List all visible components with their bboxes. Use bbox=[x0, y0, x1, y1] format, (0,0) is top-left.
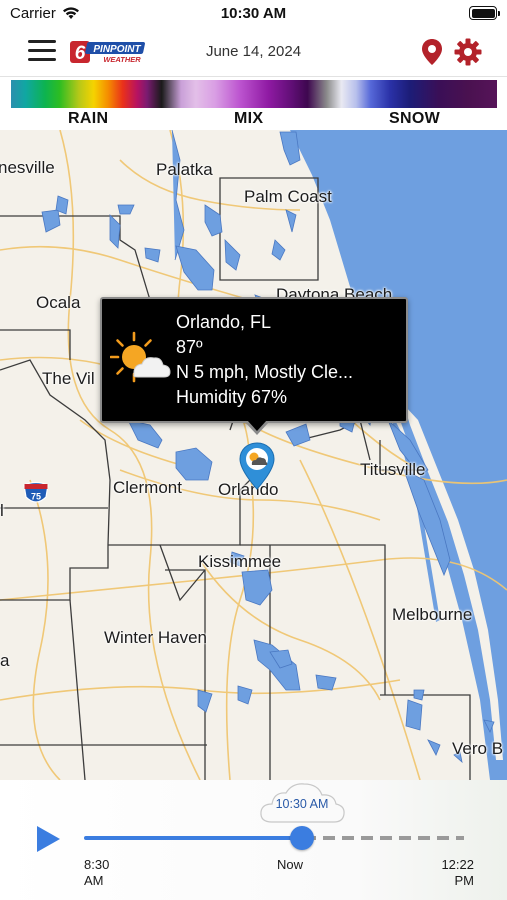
popup-temperature: 87º bbox=[176, 337, 203, 357]
svg-text:PINPOINT: PINPOINT bbox=[93, 44, 141, 55]
play-icon[interactable] bbox=[34, 824, 62, 854]
timeline-start-time: 8:30 bbox=[84, 857, 110, 872]
popup-wind-conditions: N 5 mph, Mostly Cle... bbox=[176, 362, 354, 382]
timeline-end: 12:22 PM bbox=[436, 857, 474, 889]
city-label: a bbox=[0, 651, 10, 670]
pinpoint-weather-logo: 6 PINPOINT WEATHER bbox=[70, 41, 145, 64]
weather-info-popup[interactable]: Orlando, FL 87º N 5 mph, Mostly Cle... H… bbox=[100, 297, 408, 435]
city-label: The Vil bbox=[42, 369, 95, 388]
menu-button[interactable] bbox=[28, 40, 56, 64]
status-clock: 10:30 AM bbox=[220, 5, 287, 22]
timeline-future-track bbox=[304, 836, 464, 840]
svg-text:WEATHER: WEATHER bbox=[103, 55, 141, 64]
timeline-progress bbox=[84, 836, 304, 840]
svg-text:75: 75 bbox=[31, 492, 41, 502]
timeline-slider-thumb[interactable] bbox=[290, 826, 314, 850]
city-label: Palatka bbox=[156, 160, 213, 179]
city-label: Vero B bbox=[452, 739, 504, 758]
timeline-start-period: AM bbox=[84, 873, 104, 888]
city-label: Winter Haven bbox=[104, 628, 207, 647]
location-pin-icon[interactable] bbox=[420, 38, 444, 66]
city-label: Palm Coast bbox=[244, 187, 332, 206]
svg-text:6: 6 bbox=[75, 43, 86, 64]
timeline-now: Now bbox=[277, 857, 304, 872]
app-header: 6 PINPOINT WEATHER June 14, 2024 bbox=[0, 28, 507, 76]
legend-mix-label: MIX bbox=[234, 110, 264, 127]
timeline-end-time: 12:22 bbox=[441, 857, 474, 872]
location-marker-icon[interactable] bbox=[238, 441, 276, 491]
hamburger-icon bbox=[28, 40, 56, 43]
radar-timeline: 10:30 AM 8:30 AM Now 12:22 PM bbox=[0, 780, 507, 900]
popup-city: Orlando, FL bbox=[176, 312, 272, 332]
timeline-start: 8:30 AM bbox=[84, 857, 109, 889]
legend-color-scale bbox=[11, 80, 497, 108]
legend-snow-label: SNOW bbox=[389, 110, 440, 127]
gear-icon[interactable] bbox=[454, 38, 482, 66]
city-label: Kissimmee bbox=[198, 552, 282, 571]
partly-sunny-icon bbox=[110, 331, 171, 383]
current-time-label: 10:30 AM bbox=[275, 797, 329, 811]
battery-icon bbox=[469, 6, 500, 20]
city-label: Clermont bbox=[113, 478, 182, 497]
status-bar: Carrier 10:30 AM bbox=[0, 0, 507, 28]
legend-rain-label: RAIN bbox=[68, 110, 109, 127]
city-label: Melbourne bbox=[392, 605, 473, 624]
precipitation-legend: RAIN MIX SNOW bbox=[0, 76, 507, 130]
city-label: Ocala bbox=[36, 293, 81, 312]
interstate-shield: 75 bbox=[23, 481, 49, 503]
timeline-end-period: PM bbox=[454, 873, 475, 888]
city-label: nesville bbox=[0, 158, 55, 177]
city-label: Titusville bbox=[360, 460, 426, 479]
popup-humidity: Humidity 67% bbox=[176, 387, 288, 407]
city-label: l bbox=[0, 501, 4, 520]
